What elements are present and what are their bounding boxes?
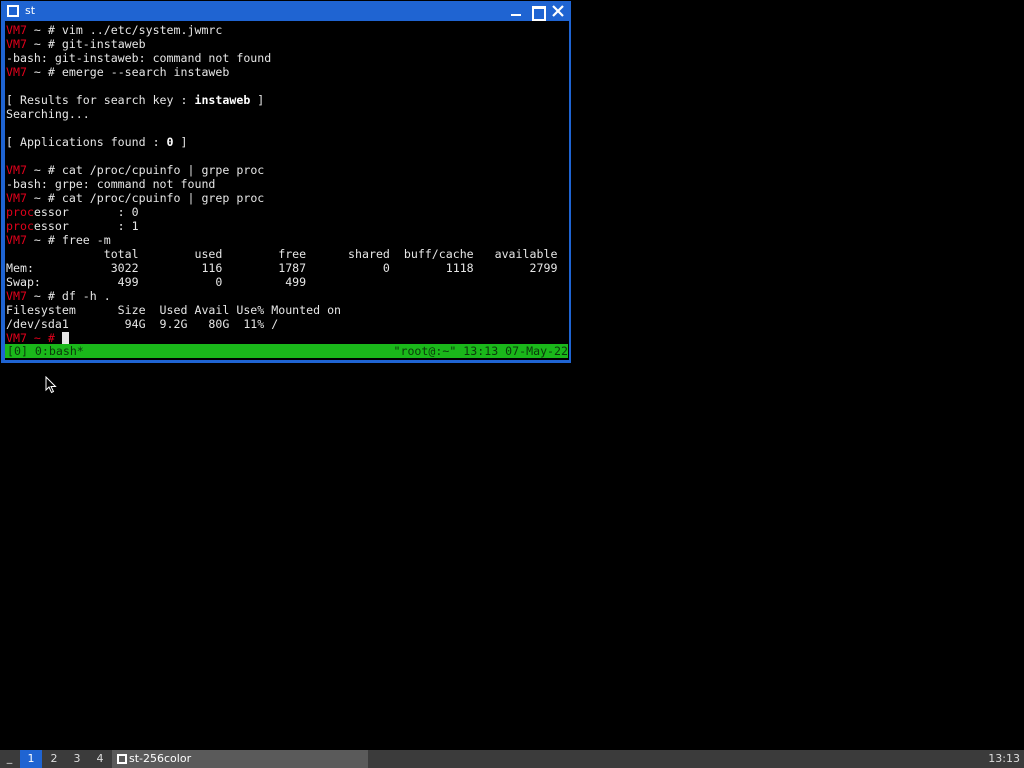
terminal-line: VM7 ~ # cat /proc/cpuinfo | grpe proc xyxy=(6,163,569,177)
taskbar: _ 1 2 3 4 st-256color 13:13 xyxy=(0,750,1024,768)
terminal-text: ~ # cat /proc/cpuinfo | grep proc xyxy=(26,191,265,205)
terminal-line: VM7 ~ # free -m xyxy=(6,233,569,247)
terminal-text: Swap: 499 0 499 xyxy=(6,275,307,289)
text-cursor xyxy=(61,332,69,344)
terminal-text: VM7 xyxy=(6,23,27,37)
terminal-text: ~ # cat /proc/cpuinfo | grpe proc xyxy=(26,163,265,177)
terminal-text: ] xyxy=(250,93,265,107)
terminal-line: VM7 ~ # cat /proc/cpuinfo | grep proc xyxy=(6,191,569,205)
terminal-line: -bash: grpe: command not found xyxy=(6,177,569,191)
terminal-line: Filesystem Size Used Avail Use% Mounted … xyxy=(6,303,569,317)
terminal-text: ~ # free -m xyxy=(26,233,111,247)
terminal-line: /dev/sda1 94G 9.2G 80G 11% / xyxy=(6,317,569,331)
terminal-text: [ Results for search key : xyxy=(6,93,195,107)
terminal-line: processor : 1 xyxy=(6,219,569,233)
window-icon[interactable] xyxy=(7,5,19,17)
terminal-text: essor : 0 xyxy=(33,205,139,219)
prompt-text: VM7 ~ # xyxy=(6,331,62,345)
terminal-text: instaweb xyxy=(194,93,251,107)
terminal-prompt[interactable]: VM7 ~ # xyxy=(6,331,69,345)
desktop-4-button[interactable]: 4 xyxy=(89,750,111,768)
terminal-text: [ Applications found : xyxy=(6,135,167,149)
terminal-text: Mem: 3022 116 1787 0 1118 2799 xyxy=(6,261,558,275)
maximize-icon[interactable] xyxy=(530,4,546,21)
terminal-text: Searching... xyxy=(6,107,90,121)
terminal-output: VM7 ~ # vim ../etc/system.jwmrc VM7 ~ # g… xyxy=(6,23,569,331)
terminal-text: ] xyxy=(173,135,188,149)
terminal-text: essor : 1 xyxy=(33,219,139,233)
mouse-pointer-icon xyxy=(45,376,57,394)
desktop-3-button[interactable]: 3 xyxy=(66,750,88,768)
terminal-text: VM7 xyxy=(6,289,27,303)
terminal-text: proc xyxy=(6,219,34,233)
window-titlebar[interactable]: st xyxy=(1,1,571,21)
terminal-line: Mem: 3022 116 1787 0 1118 2799 xyxy=(6,261,569,275)
desktop-2-button[interactable]: 2 xyxy=(43,750,65,768)
terminal-window[interactable]: st VM7 ~ # vim ../etc/system.jwmrc VM7 ~ … xyxy=(1,1,571,363)
terminal-text: VM7 xyxy=(6,191,27,205)
terminal-text: 0 xyxy=(166,135,174,149)
terminal-text: Filesystem Size Used Avail Use% Mounted … xyxy=(6,303,342,317)
minimize-icon[interactable] xyxy=(509,4,523,18)
terminal-text: VM7 xyxy=(6,233,27,247)
terminal-text: -bash: git-instaweb: command not found xyxy=(6,51,272,65)
task-button-st[interactable]: st-256color xyxy=(112,750,368,768)
terminal-line: [ Applications found : 0 ] xyxy=(6,135,569,149)
terminal-text: VM7 xyxy=(6,163,27,177)
terminal-text: VM7 xyxy=(6,65,27,79)
desktop-1-button[interactable]: 1 xyxy=(20,750,42,768)
terminal-line: Searching... xyxy=(6,107,569,121)
close-icon[interactable] xyxy=(551,4,565,18)
terminal-line: VM7 ~ # df -h . xyxy=(6,289,569,303)
clock: 13:13 xyxy=(988,752,1020,765)
terminal-line: VM7 ~ # emerge --search instaweb xyxy=(6,65,569,79)
tmux-status-bar: [0] 0:bash* "root@:~" 13:13 07-May-22 xyxy=(5,344,568,358)
terminal-line: [ Results for search key : instaweb ] xyxy=(6,93,569,107)
terminal-text: /dev/sda1 94G 9.2G 80G 11% / xyxy=(6,317,279,331)
window-icon xyxy=(117,754,127,764)
terminal-line: VM7 ~ # vim ../etc/system.jwmrc xyxy=(6,23,569,37)
terminal-text: ~ # git-instaweb xyxy=(26,37,146,51)
terminal-text: -bash: grpe: command not found xyxy=(6,177,216,191)
terminal-line: Swap: 499 0 499 xyxy=(6,275,569,289)
window-title: st xyxy=(25,4,36,17)
terminal-line: processor : 0 xyxy=(6,205,569,219)
terminal-text: proc xyxy=(6,205,34,219)
terminal-text: total used free shared buff/cache availa… xyxy=(6,247,558,261)
task-label: st-256color xyxy=(129,752,192,765)
terminal-area[interactable]: VM7 ~ # vim ../etc/system.jwmrc VM7 ~ # g… xyxy=(5,21,569,360)
root-menu-button[interactable]: _ xyxy=(0,750,19,768)
terminal-line: -bash: git-instaweb: command not found xyxy=(6,51,569,65)
terminal-text: VM7 xyxy=(6,37,27,51)
terminal-line: VM7 ~ # git-instaweb xyxy=(6,37,569,51)
terminal-text: ~ # emerge --search instaweb xyxy=(26,65,230,79)
terminal-text: ~ # vim ../etc/system.jwmrc xyxy=(26,23,223,37)
terminal-text: ~ # df -h . xyxy=(26,289,111,303)
terminal-line: total used free shared buff/cache availa… xyxy=(6,247,569,261)
tmux-status-right: "root@:~" 13:13 07-May-22 xyxy=(393,344,568,358)
tmux-window-list: [0] 0:bash* xyxy=(7,344,84,358)
